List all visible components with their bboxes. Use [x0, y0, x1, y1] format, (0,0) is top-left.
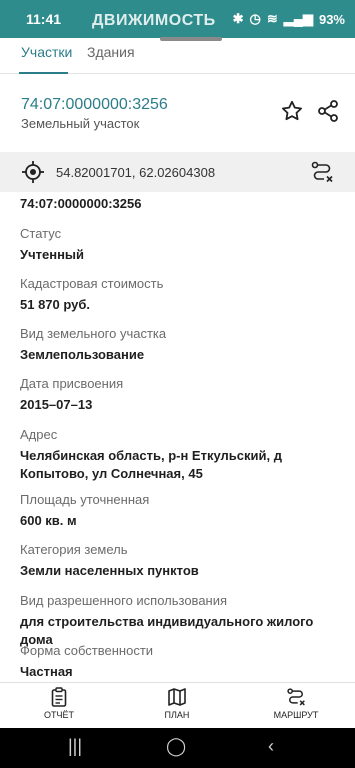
cadastral-number: 74:07:0000000:3256 [21, 96, 168, 113]
route-button-top[interactable] [310, 160, 334, 184]
field-value: Челябинская область, р-н Еткульский, д К… [20, 448, 282, 481]
field-label: Статус [20, 226, 62, 241]
share-button[interactable] [316, 99, 340, 123]
nav-route-label: МАРШРУТ [273, 710, 319, 720]
object-type: Земельный участок [21, 116, 140, 131]
route-icon [287, 688, 305, 706]
tab-zdaniya[interactable]: Здания [87, 44, 135, 74]
field-label: Площадь уточненная [20, 492, 150, 507]
route-icon [311, 161, 333, 183]
crosshair-icon [22, 161, 44, 183]
tab-uchastki[interactable]: Участки [21, 44, 72, 74]
field-label: Дата присвоения [20, 376, 124, 391]
nav-route-button[interactable]: МАРШРУТ [256, 687, 336, 720]
nav-plan-label: ПЛАН [164, 710, 190, 720]
field-value: Земли населенных пунктов [20, 563, 199, 578]
field-permitted-use: Вид разрешенного использования для строи… [20, 593, 345, 649]
field-assignment-date: Дата присвоения 2015–07–13 [20, 376, 345, 414]
system-nav-bar: ||| ◯ ‹ [0, 728, 355, 768]
bottom-nav: ОТЧЁТ ПЛАН МАРШРУТ [0, 682, 355, 728]
locate-button[interactable] [22, 161, 44, 183]
field-label: Вид земельного участка [20, 326, 167, 341]
details-list[interactable]: 74:07:0000000:3256 Статус Учтенный Кадас… [20, 192, 345, 682]
field-label: Кадастровая стоимость [20, 276, 164, 291]
wifi-icon: ≋ [266, 11, 278, 26]
field-value: 2015–07–13 [20, 397, 93, 412]
field-land-type: Вид земельного участка Землепользование [20, 326, 345, 364]
status-right-icons: ✱ ◷ ≋ ▂▄▆ 93% [233, 11, 345, 27]
field-label: Категория земель [20, 542, 128, 557]
bluetooth-icon: ✱ [232, 11, 244, 26]
recent-apps-icon[interactable]: ||| [68, 736, 82, 757]
coordinates-text[interactable]: 54.82001701, 62.02604308 [56, 165, 215, 180]
field-value: Частная [20, 664, 73, 679]
share-icon [318, 100, 338, 122]
home-icon[interactable]: ◯ [166, 736, 186, 757]
field-area: Площадь уточненная 600 кв. м [20, 492, 345, 530]
object-header: 74:07:0000000:3256 Земельный участок [0, 74, 355, 150]
field-label: Вид разрешенного использования [20, 593, 228, 608]
field-value: 600 кв. м [20, 513, 77, 528]
coordinates-bar: 54.82001701, 62.02604308 [0, 152, 355, 192]
field-label: Адрес [20, 427, 58, 442]
field-status: Статус Учтенный [20, 226, 345, 264]
cadastral-number-value: 74:07:0000000:3256 [20, 196, 142, 211]
tab-bar: Участки Здания [0, 40, 355, 74]
map-icon [168, 688, 186, 706]
nav-report-label: ОТЧЁТ [43, 710, 74, 720]
status-app-name: ДВИЖИМОСТЬ [92, 12, 216, 29]
battery-percent: 93% [318, 11, 345, 27]
field-value: 51 870 руб. [20, 297, 91, 312]
star-icon [282, 100, 302, 121]
field-land-category: Категория земель Земли населенных пункто… [20, 542, 345, 580]
favorite-button[interactable] [280, 99, 304, 123]
field-address: Адрес Челябинская область, р-н Еткульски… [20, 427, 345, 483]
field-value: Учтенный [20, 247, 85, 262]
field-value: Землепользование [20, 347, 145, 362]
report-icon [51, 687, 67, 707]
field-cadastral-cost: Кадастровая стоимость 51 870 руб. [20, 276, 345, 314]
signal-icon: ▂▄▆ [283, 11, 313, 26]
field-label: Форма собственности [20, 643, 154, 658]
back-icon[interactable]: ‹ [268, 736, 274, 757]
alarm-icon: ◷ [249, 11, 261, 26]
field-ownership-form: Форма собственности Частная [20, 643, 345, 681]
status-bar: 11:41 ДВИЖИМОСТЬ ✱ ◷ ≋ ▂▄▆ 93% [0, 0, 355, 38]
nav-report-button[interactable]: ОТЧЁТ [19, 687, 99, 720]
status-time: 11:41 [26, 11, 62, 27]
nav-plan-button[interactable]: ПЛАН [137, 687, 217, 720]
